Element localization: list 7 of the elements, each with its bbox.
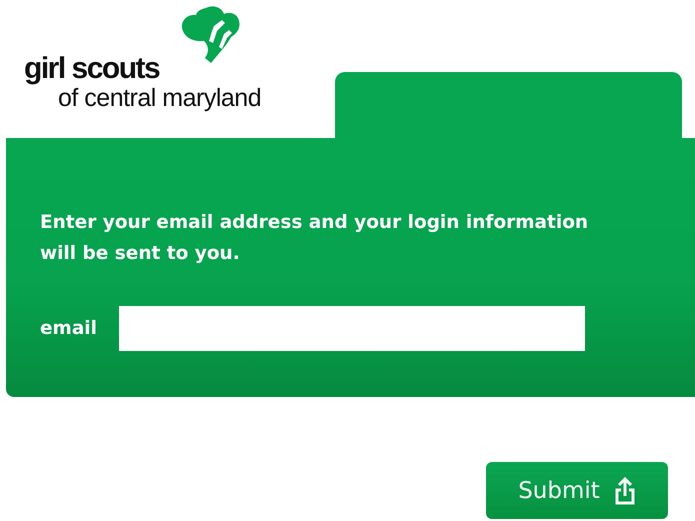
submit-button[interactable]: Submit (486, 462, 668, 519)
email-label: email (40, 318, 97, 339)
organization-subtitle: of central maryland (58, 86, 262, 111)
instructions-text: Enter your email address and your login information will be sent to you. (40, 211, 590, 266)
upload-icon (614, 476, 636, 506)
email-field[interactable] (119, 306, 585, 351)
organization-name: girl scouts (24, 54, 160, 84)
